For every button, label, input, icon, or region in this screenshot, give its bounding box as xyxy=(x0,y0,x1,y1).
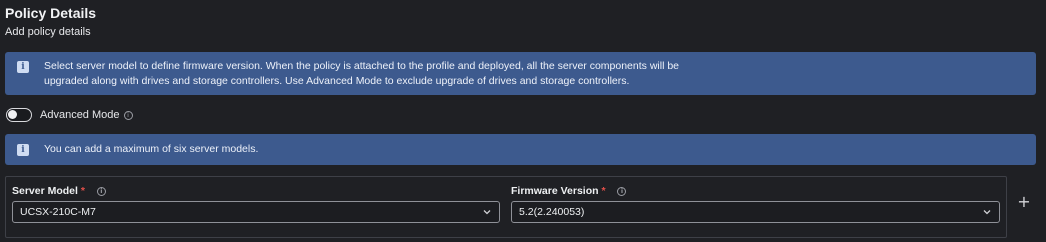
server-model-info-icon[interactable]: i xyxy=(96,186,106,196)
firmware-version-value: 5.2(2.240053) xyxy=(519,206,585,218)
info-banner-line-2: upgraded along with drives and storage c… xyxy=(44,75,630,87)
server-model-label-text: Server Model xyxy=(12,185,78,197)
plus-icon: + xyxy=(1017,192,1031,211)
required-asterisk: * xyxy=(80,185,85,197)
chevron-down-icon xyxy=(483,210,491,215)
required-asterisk: * xyxy=(601,185,606,197)
info-icon: i xyxy=(17,144,29,156)
limit-banner: i You can add a maximum of six server mo… xyxy=(5,134,1036,165)
add-server-model-button[interactable]: + xyxy=(1016,194,1032,210)
advanced-mode-toggle[interactable] xyxy=(6,108,32,122)
info-banner-line-1: Select server model to define firmware v… xyxy=(44,60,679,72)
firmware-version-label-text: Firmware Version xyxy=(511,185,599,197)
server-model-row: Server Model * i UCSX-210C-M7 Firmware V… xyxy=(5,176,1007,238)
page-subtitle: Add policy details xyxy=(5,26,91,38)
advanced-mode-info-icon[interactable]: i xyxy=(123,110,133,120)
firmware-version-label: Firmware Version * i xyxy=(511,185,627,197)
info-banner: i Select server model to define firmware… xyxy=(5,52,1036,95)
advanced-mode-row: Advanced Mode i xyxy=(6,107,133,123)
firmware-version-select[interactable]: 5.2(2.240053) xyxy=(511,201,1000,223)
page-title: Policy Details xyxy=(5,5,97,21)
limit-banner-text: You can add a maximum of six server mode… xyxy=(44,143,259,155)
advanced-mode-label: Advanced Mode xyxy=(40,109,120,121)
chevron-down-icon xyxy=(983,210,991,215)
firmware-version-info-icon[interactable]: i xyxy=(617,186,627,196)
toggle-knob xyxy=(8,110,17,119)
policy-details-page: Policy Details Add policy details i Sele… xyxy=(0,0,1046,242)
server-model-value: UCSX-210C-M7 xyxy=(20,206,96,218)
info-icon: i xyxy=(17,61,29,73)
server-model-select[interactable]: UCSX-210C-M7 xyxy=(12,201,500,223)
server-model-label: Server Model * i xyxy=(12,185,106,197)
